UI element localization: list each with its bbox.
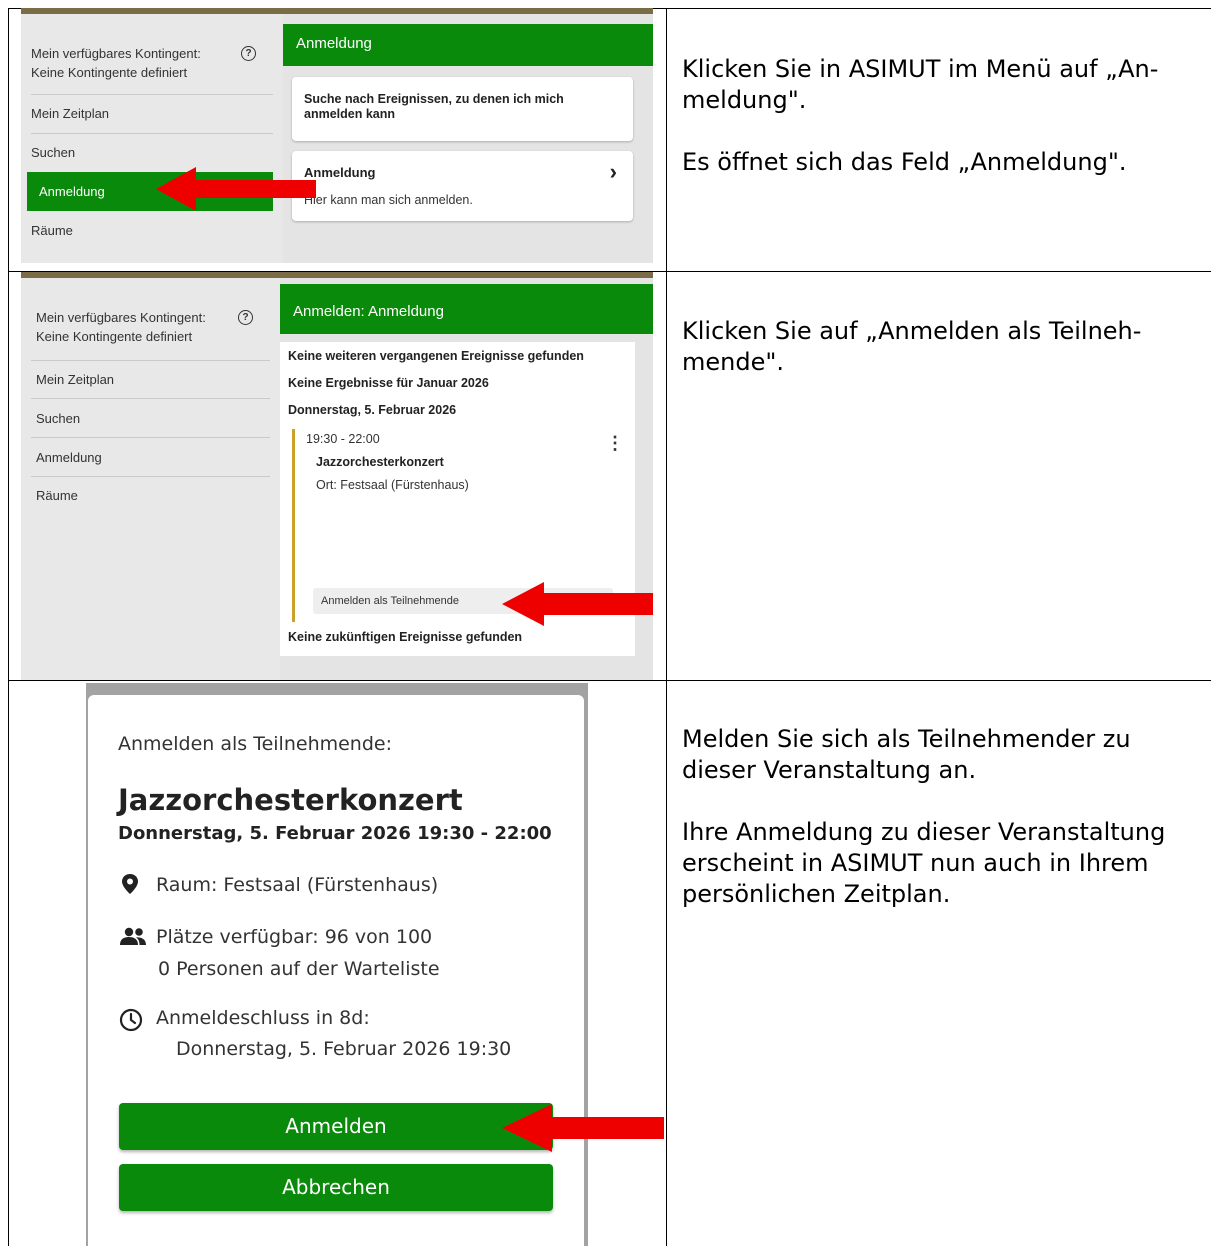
no-future-events: Keine zukünftigen Ereignisse gefunden (288, 630, 523, 644)
sidebar: Mein verfügbares Kontingent: Keine Konti… (21, 278, 280, 680)
sidebar-item-label: Anmeldung (39, 184, 105, 199)
help-icon[interactable]: ? (238, 310, 253, 325)
screenshot-event-list: Mein verfügbares Kontingent: Keine Konti… (21, 272, 653, 680)
sidebar: Mein verfügbares Kontingent: Keine Konti… (21, 14, 283, 263)
no-results-month: Keine Ergebnisse für Januar 2026 (288, 376, 489, 390)
sidebar-item-mein-zeitplan[interactable]: Mein Zeitplan (31, 106, 273, 121)
location-pin-icon (122, 874, 138, 894)
sidebar-item-raeume[interactable]: Räume (36, 488, 270, 503)
register-dialog: Anmelden als Teilnehmende: Jazzorchester… (88, 695, 584, 1246)
table-border-left (8, 8, 9, 1246)
registration-deadline-date: Donnerstag, 5. Februar 2026 19:30 (176, 1038, 512, 1060)
divider (31, 437, 270, 438)
clock-icon (119, 1008, 143, 1032)
card-title: Suche nach Ereignissen, zu denen ich mic… (304, 92, 564, 121)
panel-header-title: Anmeldung (296, 35, 372, 52)
event-title[interactable]: Jazzorchesterkonzert (316, 455, 444, 469)
submit-register-button[interactable]: Anmelden (119, 1103, 553, 1150)
panel-header: Anmelden: Anmeldung (280, 284, 653, 334)
instruction-text: Klicken Sie auf „Anmelden als Teilneh- m… (682, 317, 1142, 376)
waitlist-count: 0 Personen auf der Warteliste (158, 958, 440, 980)
screenshot-menu: Mein verfügbares Kontingent: Keine Konti… (21, 8, 653, 263)
panel-header: Anmeldung (283, 24, 653, 66)
sidebar-item-mein-zeitplan[interactable]: Mein Zeitplan (36, 372, 270, 387)
instruction-step-2: Klicken Sie auf „Anmelden als Teilneh- m… (682, 316, 1197, 409)
button-label: Anmelden als Teilnehmende (321, 595, 459, 607)
instruction-text: Es öffnet sich das Feld „Anmeldung". (682, 148, 1127, 176)
quota-label: Mein verfügbares Kontingent: (31, 46, 201, 61)
divider (31, 476, 270, 477)
table-border-mid (666, 8, 667, 1246)
event-room: Raum: Festsaal (Fürstenhaus) (156, 874, 439, 896)
event-accent-bar (292, 429, 295, 622)
anmeldung-card[interactable]: Anmeldung › Hier kann man sich anmelden. (292, 151, 633, 221)
divider (31, 133, 273, 134)
event-date-heading: Donnerstag, 5. Februar 2026 (288, 403, 457, 417)
quota-info: Mein verfügbares Kontingent: Keine Konti… (36, 308, 270, 346)
sidebar-item-raeume[interactable]: Räume (31, 223, 273, 238)
panel-header-title: Anmelden: Anmeldung (293, 303, 444, 320)
chevron-right-icon: › (609, 159, 617, 184)
event-title: Jazzorchesterkonzert (118, 783, 463, 817)
quota-value: Keine Kontingente definiert (31, 65, 188, 80)
table-border-row2 (8, 680, 1211, 681)
cancel-button[interactable]: Abbrechen (119, 1164, 553, 1211)
help-icon[interactable]: ? (241, 46, 256, 61)
instruction-text: Ihre Anmeldung zu dieser Veranstaltung e… (682, 818, 1166, 908)
event-time: 19:30 - 22:00 (306, 432, 380, 446)
quota-value: Keine Kontingente definiert (36, 329, 193, 344)
registration-deadline: Anmeldeschluss in 8d: (156, 1007, 370, 1029)
sidebar-item-suchen[interactable]: Suchen (36, 411, 270, 426)
quota-info: Mein verfügbares Kontingent: Keine Konti… (31, 44, 273, 82)
sidebar-item-suchen[interactable]: Suchen (31, 145, 273, 160)
more-vertical-icon[interactable]: ⋮ (606, 434, 624, 452)
divider (31, 94, 273, 95)
instruction-text: Klicken Sie in ASIMUT im Menü auf „An- m… (682, 55, 1159, 114)
no-past-events: Keine weiteren vergangenen Ereignisse ge… (288, 349, 584, 363)
people-icon (120, 927, 146, 945)
sidebar-item-anmeldung[interactable]: Anmeldung (36, 450, 270, 465)
card-title: Anmeldung (304, 165, 376, 180)
event-datetime: Donnerstag, 5. Februar 2026 19:30 - 22:0… (118, 823, 552, 844)
instruction-step-3: Melden Sie sich als Teilnehmender zu die… (682, 724, 1197, 941)
instruction-text: Melden Sie sich als Teilnehmender zu die… (682, 725, 1131, 784)
dialog-heading: Anmelden als Teilnehmende: (118, 733, 392, 755)
seats-available: Plätze verfügbar: 96 von 100 (156, 926, 433, 948)
search-events-card[interactable]: Suche nach Ereignissen, zu denen ich mic… (292, 77, 633, 141)
divider (31, 398, 270, 399)
card-description: Hier kann man sich anmelden. (304, 193, 473, 207)
quota-label: Mein verfügbares Kontingent: (36, 310, 206, 325)
event-location: Ort: Festsaal (Fürstenhaus) (316, 478, 469, 492)
divider (31, 360, 270, 361)
instruction-step-1: Klicken Sie in ASIMUT im Menü auf „An- m… (682, 54, 1197, 209)
